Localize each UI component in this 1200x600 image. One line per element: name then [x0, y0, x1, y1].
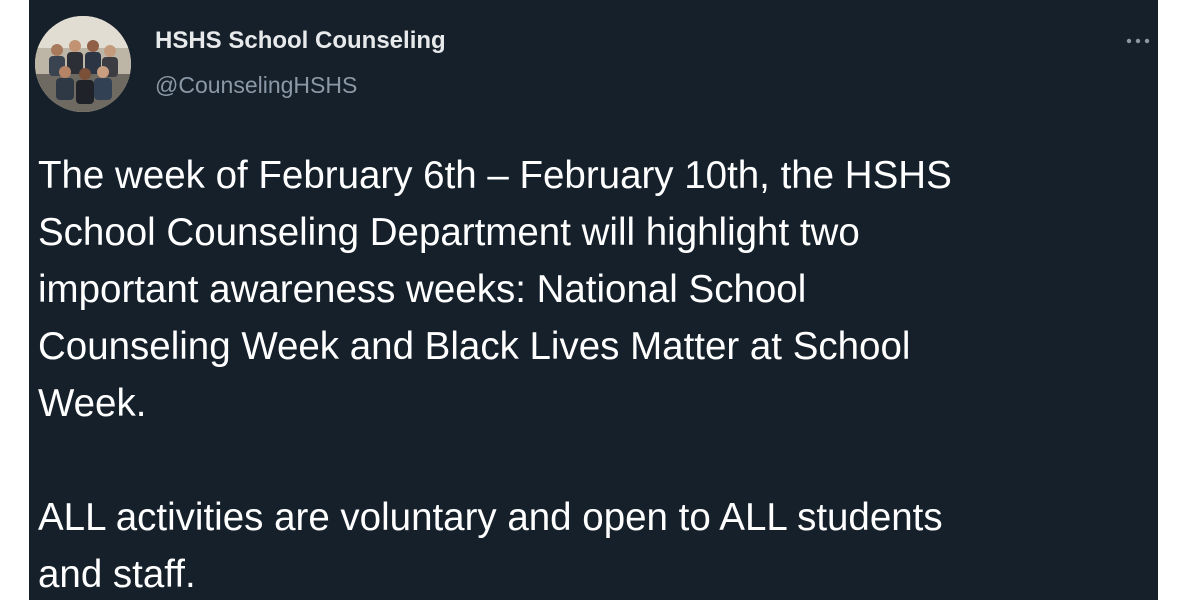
group-photo-avatar-icon	[35, 16, 131, 112]
user-handle[interactable]: @CounselingHSHS	[155, 72, 357, 99]
avatar[interactable]	[35, 16, 131, 112]
more-options-icon[interactable]	[1122, 30, 1154, 52]
display-name[interactable]: HSHS School Counseling	[155, 27, 446, 55]
screenshot-frame: HSHS School Counseling @CounselingHSHS T…	[0, 0, 1200, 600]
tweet-card: HSHS School Counseling @CounselingHSHS T…	[29, 0, 1158, 600]
tweet-text: The week of February 6th – February 10th…	[38, 147, 1148, 600]
tweet-paragraph-2: ALL activities are voluntary and open to…	[38, 496, 943, 596]
tweet-paragraph-1: The week of February 6th – February 10th…	[38, 154, 952, 425]
